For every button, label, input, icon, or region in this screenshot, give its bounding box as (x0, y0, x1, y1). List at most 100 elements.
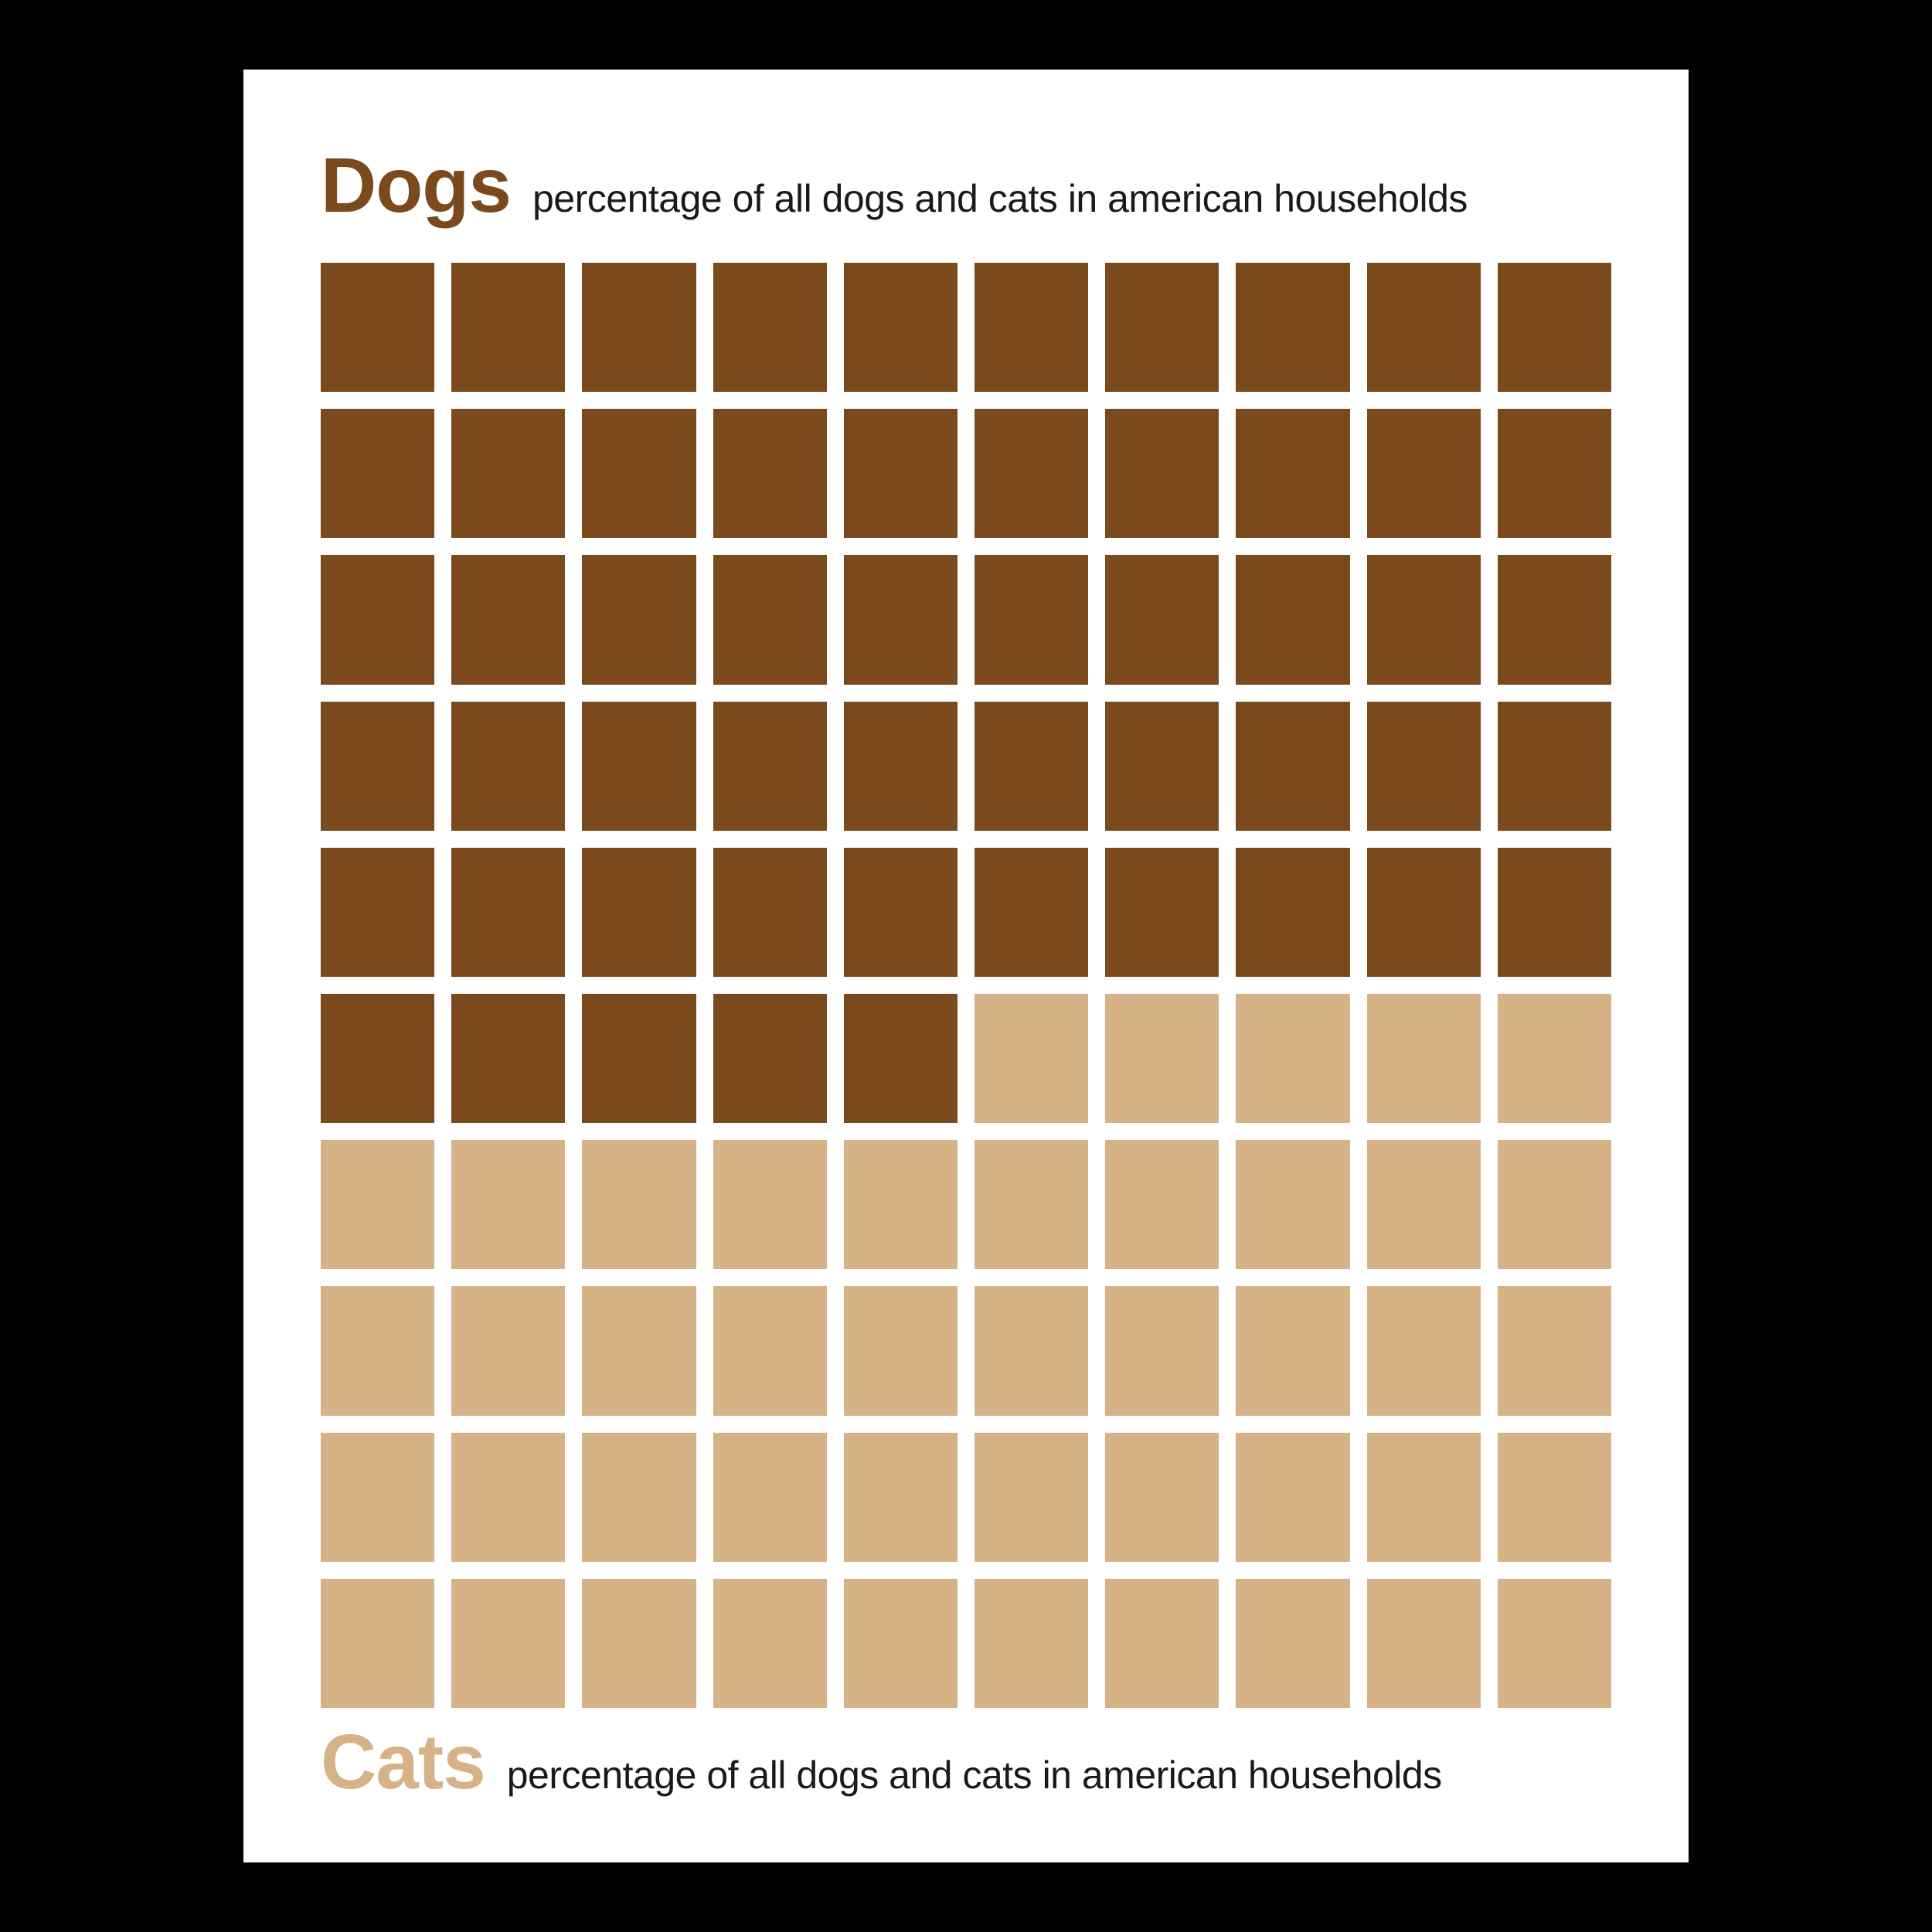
waffle-cell-cats (451, 1433, 565, 1562)
waffle-cell-dogs (321, 555, 434, 684)
waffle-cell-cats (321, 1433, 434, 1562)
waffle-cell-cats (321, 1140, 434, 1269)
waffle-cell-dogs (1105, 848, 1219, 977)
waffle-cell-dogs (451, 409, 565, 538)
waffle-cell-dogs (1105, 702, 1219, 831)
waffle-cell-cats (844, 1579, 957, 1708)
waffle-cell-dogs (451, 848, 565, 977)
waffle-cell-dogs (1498, 555, 1611, 684)
waffle-cell-dogs (713, 263, 827, 392)
stage: Dogs percentage of all dogs and cats in … (0, 0, 1932, 1932)
waffle-cell-cats (582, 1140, 696, 1269)
waffle-cell-dogs (321, 848, 434, 977)
waffle-cell-dogs (582, 848, 696, 977)
waffle-cell-dogs (1498, 409, 1611, 538)
waffle-cell-cats (321, 1579, 434, 1708)
waffle-cell-dogs (975, 702, 1088, 831)
waffle-cell-cats (1105, 1579, 1219, 1708)
waffle-cell-cats (1367, 1579, 1481, 1708)
waffle-cell-dogs (713, 702, 827, 831)
waffle-cell-cats (1236, 1286, 1349, 1415)
waffle-cell-cats (713, 1286, 827, 1415)
waffle-cell-dogs (844, 994, 957, 1123)
waffle-grid (321, 263, 1611, 1708)
waffle-cell-dogs (1498, 263, 1611, 392)
waffle-cell-cats (1105, 994, 1219, 1123)
waffle-cell-dogs (321, 409, 434, 538)
waffle-cell-cats (975, 1140, 1088, 1269)
waffle-cell-cats (1236, 1140, 1349, 1269)
waffle-cell-cats (1105, 1286, 1219, 1415)
waffle-cell-dogs (713, 848, 827, 977)
waffle-cell-cats (1236, 994, 1349, 1123)
waffle-cell-dogs (713, 994, 827, 1123)
waffle-cell-cats (582, 1579, 696, 1708)
waffle-cell-dogs (582, 263, 696, 392)
waffle-cell-cats (844, 1140, 957, 1269)
waffle-cell-cats (1498, 1286, 1611, 1415)
waffle-cell-dogs (975, 555, 1088, 684)
waffle-cell-dogs (1236, 263, 1349, 392)
waffle-cell-dogs (975, 263, 1088, 392)
waffle-cell-cats (844, 1286, 957, 1415)
waffle-cell-dogs (1236, 555, 1349, 684)
waffle-cell-cats (1367, 1140, 1481, 1269)
waffle-cell-cats (451, 1286, 565, 1415)
waffle-cell-dogs (975, 409, 1088, 538)
waffle-cell-cats (321, 1286, 434, 1415)
waffle-cell-cats (975, 1579, 1088, 1708)
waffle-cell-dogs (582, 555, 696, 684)
waffle-cell-dogs (582, 409, 696, 538)
waffle-cell-dogs (1105, 409, 1219, 538)
waffle-cell-dogs (1367, 848, 1481, 977)
chart-card: Dogs percentage of all dogs and cats in … (243, 70, 1689, 1862)
waffle-cell-dogs (451, 263, 565, 392)
waffle-cell-cats (975, 994, 1088, 1123)
waffle-cell-cats (1236, 1433, 1349, 1562)
waffle-cell-cats (582, 1286, 696, 1415)
waffle-cell-cats (975, 1433, 1088, 1562)
waffle-cell-dogs (713, 555, 827, 684)
waffle-cell-dogs (975, 848, 1088, 977)
waffle-cell-cats (1105, 1433, 1219, 1562)
waffle-cell-dogs (1367, 555, 1481, 684)
dogs-subtitle: percentage of all dogs and cats in ameri… (532, 176, 1468, 221)
waffle-cell-dogs (713, 409, 827, 538)
waffle-cell-cats (1498, 1433, 1611, 1562)
waffle-cell-cats (1367, 1286, 1481, 1415)
waffle-cell-cats (451, 1579, 565, 1708)
waffle-cell-dogs (844, 555, 957, 684)
waffle-cell-cats (451, 1140, 565, 1269)
waffle-cell-dogs (582, 702, 696, 831)
waffle-cell-cats (713, 1579, 827, 1708)
waffle-cell-cats (1367, 1433, 1481, 1562)
cats-title: Cats (321, 1723, 485, 1801)
waffle-cell-dogs (844, 702, 957, 831)
waffle-cell-dogs (1498, 848, 1611, 977)
waffle-cell-dogs (1367, 409, 1481, 538)
waffle-cell-cats (1498, 994, 1611, 1123)
waffle-cell-dogs (1367, 702, 1481, 831)
waffle-cell-dogs (451, 702, 565, 831)
cats-subtitle: percentage of all dogs and cats in ameri… (507, 1753, 1442, 1798)
waffle-cell-cats (1498, 1579, 1611, 1708)
waffle-cell-cats (582, 1433, 696, 1562)
chart-header: Dogs percentage of all dogs and cats in … (321, 147, 1611, 224)
chart-footer: Cats percentage of all dogs and cats in … (321, 1723, 1611, 1801)
waffle-cell-dogs (1105, 555, 1219, 684)
waffle-cell-dogs (1105, 263, 1219, 392)
waffle-cell-cats (1105, 1140, 1219, 1269)
waffle-cell-dogs (1236, 848, 1349, 977)
waffle-cell-cats (713, 1140, 827, 1269)
waffle-cell-cats (1236, 1579, 1349, 1708)
waffle-cell-cats (1498, 1140, 1611, 1269)
waffle-cell-dogs (1367, 263, 1481, 392)
waffle-cell-dogs (451, 994, 565, 1123)
waffle-cell-cats (1367, 994, 1481, 1123)
waffle-cell-cats (975, 1286, 1088, 1415)
waffle-cell-dogs (1236, 702, 1349, 831)
waffle-cell-dogs (844, 848, 957, 977)
waffle-cell-dogs (321, 263, 434, 392)
waffle-cell-dogs (1498, 702, 1611, 831)
waffle-cell-dogs (321, 702, 434, 831)
